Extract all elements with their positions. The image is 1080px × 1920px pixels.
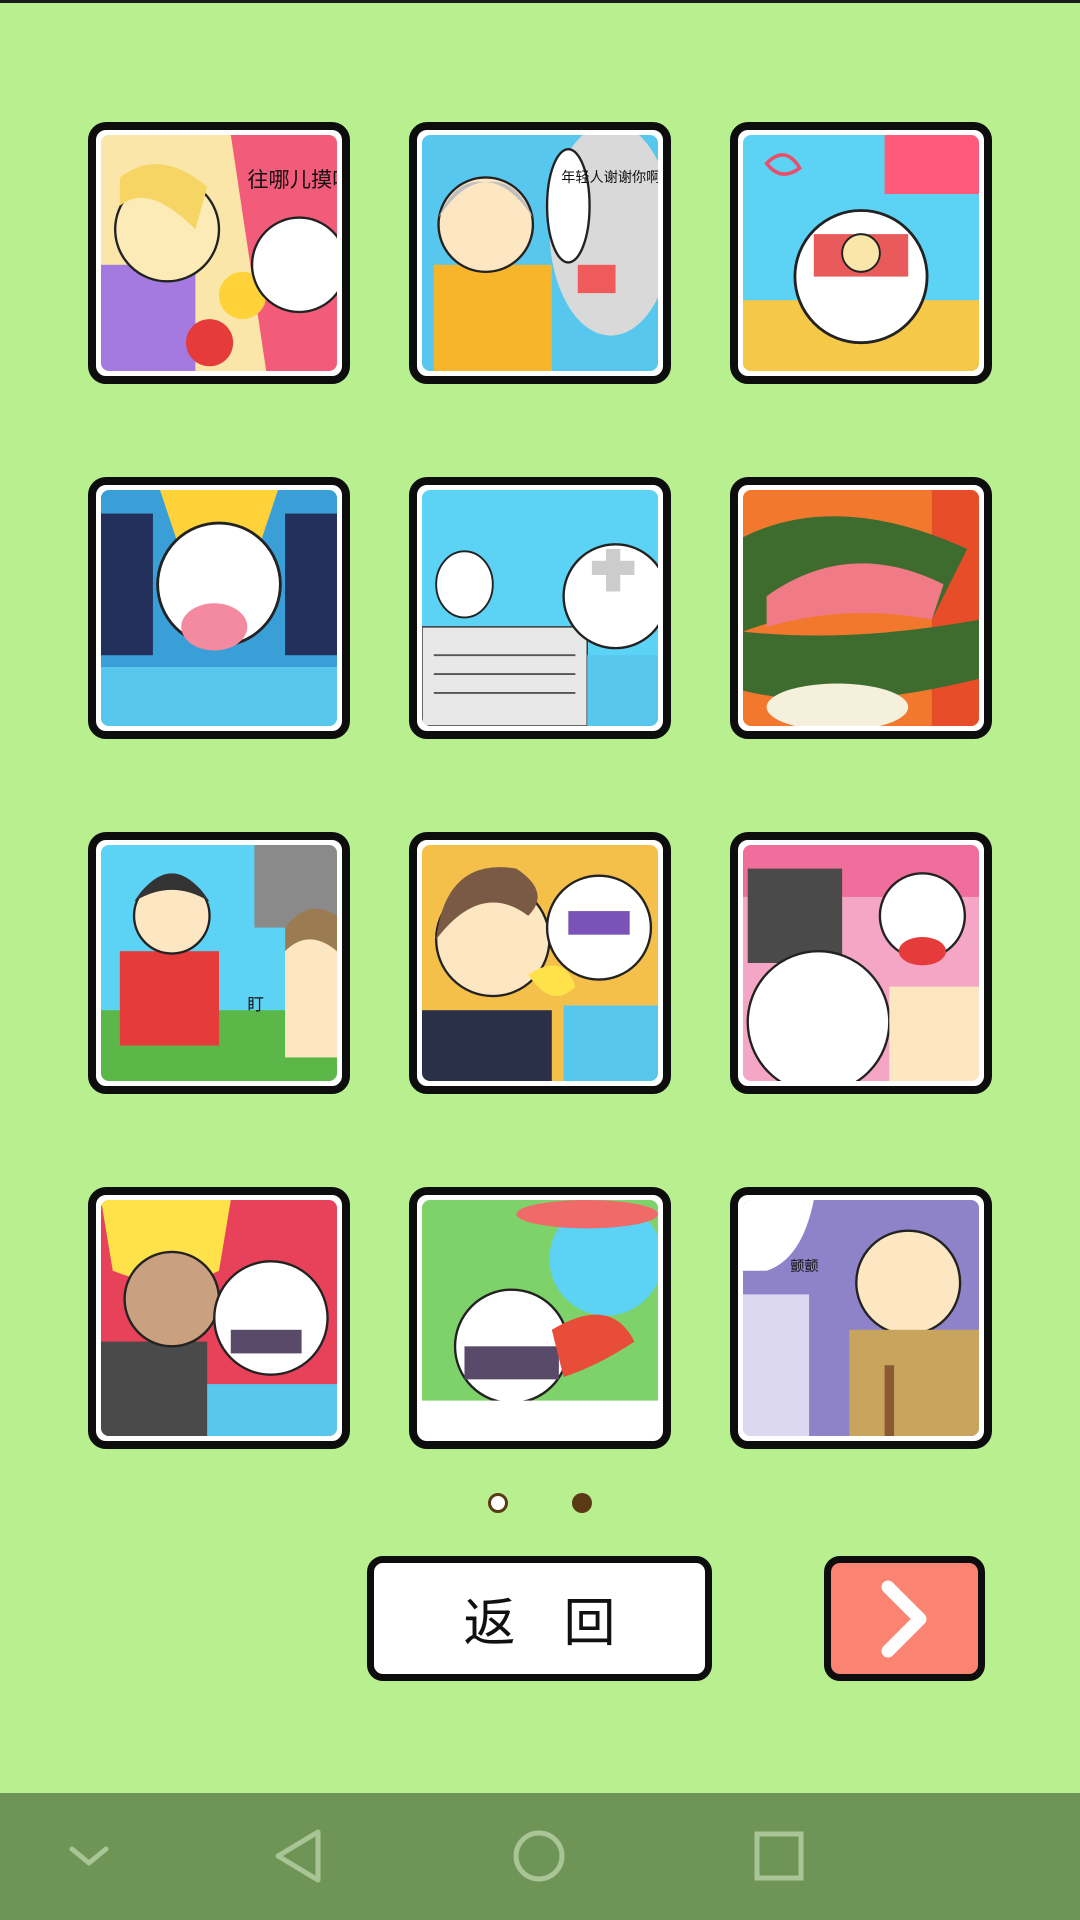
level-tile-10[interactable] (88, 1187, 350, 1449)
page-dot-1[interactable] (488, 1493, 508, 1513)
comic-thumbnail-10 (101, 1200, 337, 1436)
nav-back-button[interactable] (266, 1823, 332, 1889)
level-tile-11[interactable] (409, 1187, 671, 1449)
page-indicator (0, 1493, 1080, 1517)
recents-square-icon (754, 1831, 804, 1881)
level-tile-8[interactable] (409, 832, 671, 1094)
level-tile-12[interactable]: 颤颤 (730, 1187, 992, 1449)
comic-thumbnail-5 (422, 490, 658, 726)
nav-home-button[interactable] (506, 1823, 572, 1889)
back-triangle-icon (275, 1829, 321, 1883)
comic-thumbnail-3 (743, 135, 979, 371)
next-page-button[interactable] (824, 1556, 985, 1681)
comic-thumbnail-7: 盯 (101, 845, 337, 1081)
comic-thumbnail-12: 颤颤 (743, 1200, 979, 1436)
speech-text-12: 颤颤 (790, 1259, 818, 1275)
home-circle-icon (513, 1830, 565, 1882)
level-tile-1[interactable]: 往哪儿摸呢你这色狼!! (88, 122, 350, 384)
collapse-icon (69, 1846, 109, 1866)
nav-recents-button[interactable] (746, 1823, 812, 1889)
level-tile-2[interactable]: 年轻人谢谢你啊 (409, 122, 671, 384)
level-grid: 往哪儿摸呢你这色狼!! 年轻人谢谢你啊 (88, 122, 992, 1449)
level-tile-6[interactable] (730, 477, 992, 739)
speech-text-7: 盯 (247, 995, 264, 1014)
speech-text-1: 往哪儿摸呢你这色狼!! (247, 168, 337, 193)
speech-text-2: 年轻人谢谢你啊 (561, 170, 658, 186)
comic-thumbnail-11 (422, 1200, 658, 1436)
nav-collapse-button[interactable] (56, 1823, 122, 1889)
level-tile-4[interactable] (88, 477, 350, 739)
back-button-label: 返回 (463, 1594, 664, 1654)
level-tile-7[interactable]: 盯 (88, 832, 350, 1094)
comic-thumbnail-4 (101, 490, 337, 726)
system-nav-bar (0, 1793, 1080, 1920)
top-edge (0, 0, 1080, 3)
level-tile-5[interactable] (409, 477, 671, 739)
page-dot-2-active[interactable] (572, 1493, 592, 1513)
back-button[interactable]: 返回 (367, 1556, 712, 1681)
level-tile-3[interactable] (730, 122, 992, 384)
chevron-right-icon (881, 1580, 926, 1657)
comic-thumbnail-8 (422, 845, 658, 1081)
comic-thumbnail-6 (743, 490, 979, 726)
comic-thumbnail-2: 年轻人谢谢你啊 (422, 135, 658, 371)
comic-thumbnail-9 (743, 845, 979, 1081)
comic-thumbnail-1: 往哪儿摸呢你这色狼!! (101, 135, 337, 371)
level-tile-9[interactable] (730, 832, 992, 1094)
